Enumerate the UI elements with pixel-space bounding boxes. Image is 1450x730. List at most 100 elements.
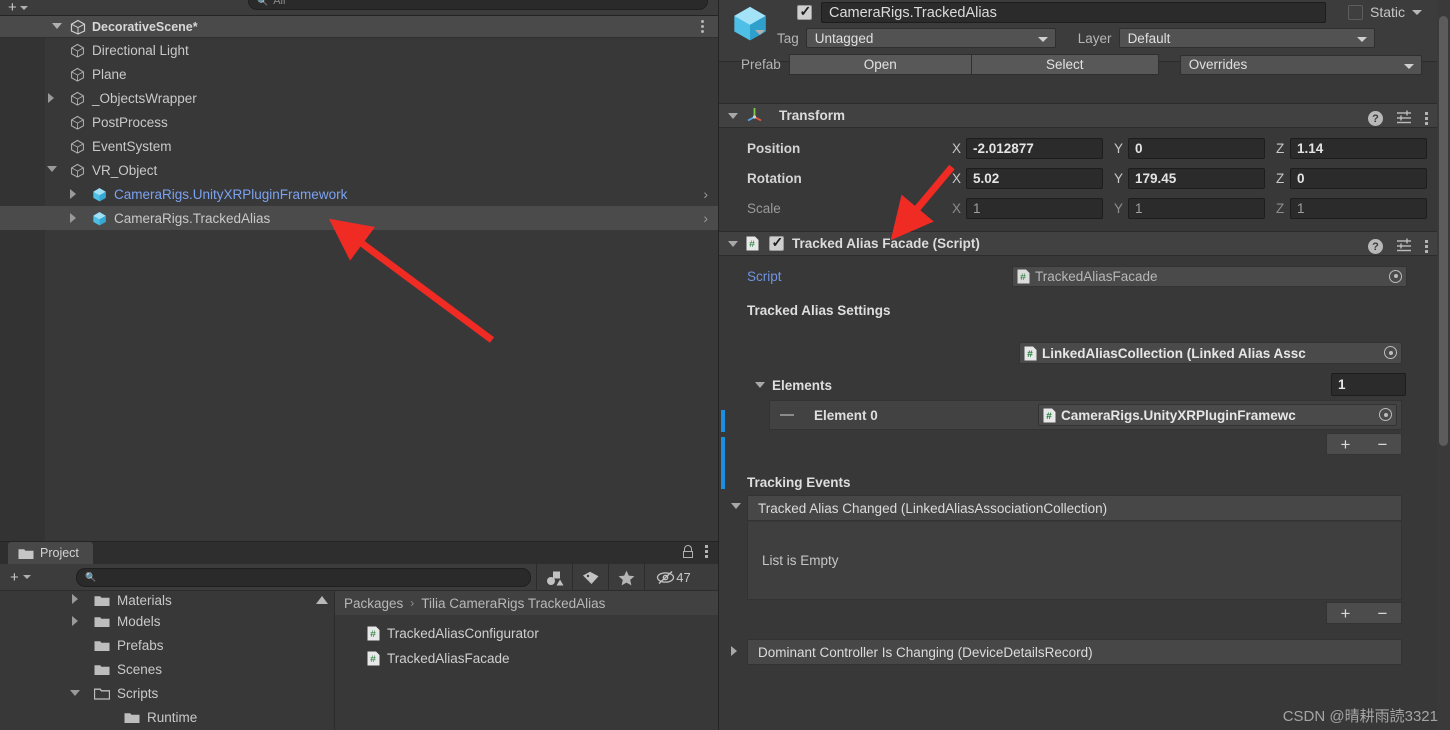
hierarchy-search-input[interactable]: 🔍 All xyxy=(248,0,708,10)
tag-dropdown[interactable]: Untagged xyxy=(805,28,1056,48)
foldout-icon[interactable] xyxy=(731,646,737,656)
tab-project[interactable]: Project xyxy=(8,542,93,564)
hierarchy-item[interactable]: VR_Object xyxy=(0,158,718,182)
script-value: TrackedAliasFacade xyxy=(1035,268,1158,284)
rotation-y-input[interactable]: 179.45 xyxy=(1128,167,1265,189)
elements-foldout-row[interactable]: Elements 1 xyxy=(719,370,1438,400)
foldout-icon[interactable] xyxy=(728,240,738,247)
prefab-open-chevron-icon[interactable]: › xyxy=(703,210,708,226)
lock-icon[interactable] xyxy=(683,545,694,558)
hierarchy-kebab-menu-icon[interactable] xyxy=(701,20,704,33)
project-folder-item[interactable]: Runtime xyxy=(0,705,334,729)
preset-icon[interactable] xyxy=(1396,109,1412,128)
foldout-icon[interactable] xyxy=(47,165,57,177)
elements-size-input[interactable]: 1 xyxy=(1331,373,1406,396)
foldout-icon[interactable] xyxy=(731,503,741,509)
help-icon[interactable]: ? xyxy=(1368,111,1383,126)
object-picker-icon[interactable] xyxy=(1385,266,1406,286)
hierarchy-search-placeholder: All xyxy=(273,0,286,7)
hidden-items-indicator[interactable]: 47 xyxy=(644,564,702,591)
project-asset-item[interactable]: # TrackedAliasFacade xyxy=(335,646,718,671)
prefab-row: Prefab Open Select Overrides xyxy=(719,52,1438,77)
element-remove-button[interactable]: − xyxy=(1364,434,1401,454)
project-folder-item[interactable]: Scripts xyxy=(0,681,334,705)
filter-by-type-button[interactable] xyxy=(536,564,572,591)
scene-foldout-icon[interactable] xyxy=(52,23,62,29)
left-column: + 🔍 All DecorativeScene* Directional Lig… xyxy=(0,0,718,730)
rotation-x-input[interactable]: 5.02 xyxy=(966,167,1103,189)
scale-x-input[interactable]: 1 xyxy=(966,197,1103,219)
facade-component-header[interactable]: # Tracked Alias Facade (Script) ? xyxy=(719,231,1438,256)
scale-z-input[interactable]: 1 xyxy=(1290,197,1427,219)
prefab-select-button[interactable]: Select xyxy=(971,54,1159,75)
element-0-object-field[interactable]: # CameraRigs.UnityXRPluginFramewc xyxy=(1038,404,1397,426)
chevron-down-icon[interactable] xyxy=(1412,9,1422,15)
project-folder-item[interactable]: Scenes xyxy=(0,657,334,681)
facade-kebab-menu-icon[interactable] xyxy=(1425,240,1428,253)
facade-enabled-checkbox[interactable] xyxy=(769,234,784,251)
position-y-input[interactable]: 0 xyxy=(1128,137,1265,159)
search-icon: 🔍 xyxy=(257,0,269,6)
gameobject-name-input[interactable]: CameraRigs.TrackedAlias xyxy=(821,2,1326,23)
hierarchy-item[interactable]: _ObjectsWrapper xyxy=(0,86,718,110)
foldout-icon[interactable] xyxy=(72,616,78,626)
event-add-button[interactable]: + xyxy=(1327,603,1364,623)
hierarchy-item-label: CameraRigs.TrackedAlias xyxy=(114,210,271,226)
project-asset-item[interactable]: # TrackedAliasConfigurator xyxy=(335,621,718,646)
axis-label-x: X xyxy=(952,170,962,186)
foldout-icon[interactable] xyxy=(70,213,76,223)
scroll-up-icon[interactable] xyxy=(316,596,328,604)
event-remove-button[interactable]: − xyxy=(1364,603,1401,623)
prefab-overrides-dropdown[interactable]: Overrides xyxy=(1179,54,1422,75)
inspector-scrollbar-thumb[interactable] xyxy=(1439,16,1448,446)
hierarchy-item[interactable]: Plane xyxy=(0,62,718,86)
element-add-button[interactable]: + xyxy=(1327,434,1364,454)
foldout-icon[interactable] xyxy=(48,93,54,103)
prefab-open-button[interactable]: Open xyxy=(788,54,972,75)
preset-icon[interactable] xyxy=(1396,237,1412,256)
help-icon[interactable]: ? xyxy=(1368,239,1383,254)
script-file-icon: # xyxy=(367,626,380,641)
position-z-input[interactable]: 1.14 xyxy=(1290,137,1427,159)
transform-kebab-menu-icon[interactable] xyxy=(1425,112,1428,125)
breadcrumb-item-package[interactable]: Tilia CameraRigs TrackedAlias xyxy=(421,596,605,611)
project-add-button[interactable]: + xyxy=(10,569,31,586)
prefab-open-chevron-icon[interactable]: › xyxy=(703,186,708,202)
script-object-field[interactable]: # TrackedAliasFacade xyxy=(1012,265,1407,287)
static-checkbox[interactable] xyxy=(1347,4,1363,20)
layer-dropdown[interactable]: Default xyxy=(1118,28,1375,48)
hierarchy-item[interactable]: PostProcess xyxy=(0,110,718,134)
breadcrumb-item-packages[interactable]: Packages xyxy=(344,596,403,611)
inspector-scrollbar[interactable] xyxy=(1437,0,1450,730)
hierarchy-add-button[interactable]: + xyxy=(8,0,28,15)
rotation-z-input[interactable]: 0 xyxy=(1290,167,1427,189)
hierarchy-item[interactable]: Directional Light xyxy=(0,38,718,62)
hierarchy-item[interactable]: EventSystem xyxy=(0,134,718,158)
project-folder-item[interactable]: Prefabs xyxy=(0,633,334,657)
collection-object-field[interactable]: # LinkedAliasCollection (Linked Alias As… xyxy=(1019,342,1402,364)
object-picker-icon[interactable] xyxy=(1380,343,1401,362)
project-kebab-menu-icon[interactable] xyxy=(705,545,708,558)
project-search-input[interactable]: 🔍 xyxy=(76,568,531,587)
dominant-controller-header[interactable]: Dominant Controller Is Changing (DeviceD… xyxy=(719,638,1438,666)
foldout-icon[interactable] xyxy=(755,382,765,388)
object-picker-icon[interactable] xyxy=(1375,405,1396,424)
drag-handle-icon[interactable] xyxy=(780,414,794,416)
filter-by-label-button[interactable] xyxy=(572,564,608,591)
filter-favorites-button[interactable] xyxy=(608,564,644,591)
gameobject-enabled-checkbox[interactable] xyxy=(797,3,812,20)
hierarchy-scene-row[interactable]: DecorativeScene* xyxy=(0,16,718,38)
foldout-icon[interactable] xyxy=(70,690,80,701)
foldout-icon[interactable] xyxy=(70,189,76,199)
static-toggle[interactable]: Static xyxy=(1347,4,1422,20)
hierarchy-item-prefab-selected[interactable]: CameraRigs.TrackedAlias › xyxy=(0,206,718,230)
position-x-input[interactable]: -2.012877 xyxy=(966,137,1103,159)
scale-y-input[interactable]: 1 xyxy=(1128,197,1265,219)
hierarchy-item-prefab[interactable]: CameraRigs.UnityXRPluginFramework › xyxy=(0,182,718,206)
tracked-alias-changed-header[interactable]: Tracked Alias Changed (LinkedAliasAssoci… xyxy=(719,494,1438,522)
project-folder-item[interactable]: Models xyxy=(0,609,334,633)
transform-component-header[interactable]: Transform ? xyxy=(719,103,1438,128)
foldout-icon[interactable] xyxy=(728,112,738,119)
foldout-icon[interactable] xyxy=(72,594,78,604)
project-folder-item[interactable]: Materials xyxy=(0,591,334,609)
